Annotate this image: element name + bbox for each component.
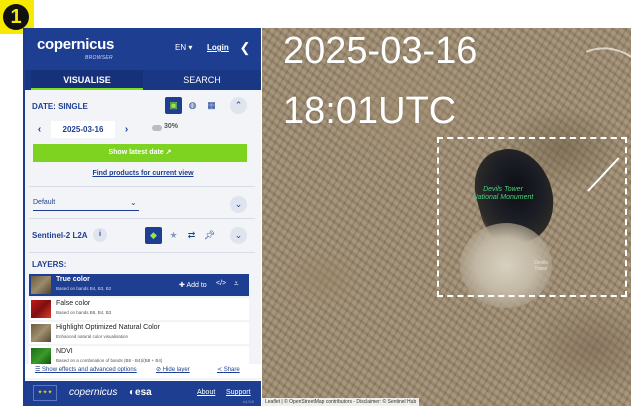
add-to-label: Add to xyxy=(186,282,207,289)
latest-button-label: Show latest date xyxy=(108,149,164,156)
chevron-down-icon[interactable]: ⌄ xyxy=(130,198,137,207)
layer-description: Enhanced natural color visualisation xyxy=(56,334,129,339)
layer-description: Based on a combination of bands (B8 - B4… xyxy=(56,358,163,363)
sidebar-header: copernicus BROWSER EN ▾ Login ❮ xyxy=(25,28,261,70)
layer-name: False color xyxy=(56,300,91,307)
brand-copernicus-label: opernicus xyxy=(74,387,118,398)
layer-description: Based on bands B8, B4, B3 xyxy=(56,310,112,315)
layer-item-false-color[interactable]: False color Based on bands B8, B4, B3 xyxy=(29,298,249,320)
visualise-panel: DATE: SINGLE ▣ ◍ ▦ ⌃ ‹ 2025-03-16 › 30% … xyxy=(25,90,261,380)
copernicus-brand[interactable]: copernicus xyxy=(69,387,117,398)
layer-thumbnail xyxy=(31,276,51,294)
divider xyxy=(29,252,255,253)
brand-esa-label: esa xyxy=(135,387,152,398)
tab-search[interactable]: SEARCH xyxy=(143,70,261,90)
language-label: EN xyxy=(175,43,187,52)
layer-name: True color xyxy=(56,276,90,283)
logo-text: opernicus xyxy=(45,36,115,53)
cloud-icon xyxy=(152,125,162,131)
chevron-up-icon[interactable]: ⌃ xyxy=(230,97,247,114)
date-section-title: DATE: SINGLE xyxy=(32,102,88,111)
divider xyxy=(29,186,255,187)
code-icon[interactable]: </> xyxy=(216,280,226,287)
chevron-down-icon[interactable]: ⌄ xyxy=(230,227,247,244)
bottom-bar: ✦✦✦ copernicus ◐esa About Support v1.0.0 xyxy=(25,381,261,406)
chevron-left-icon[interactable]: ❮ xyxy=(235,38,255,58)
layer-name: NDVI xyxy=(56,348,73,355)
overlay-time: 18:01UTC xyxy=(283,90,457,132)
star-icon[interactable]: ★ xyxy=(165,227,182,244)
divider xyxy=(29,218,255,219)
share-label: Share xyxy=(223,367,240,373)
info-icon[interactable]: i xyxy=(93,228,107,242)
effects-link[interactable]: ☰ Show effects and advanced options xyxy=(35,366,137,373)
overlay-date: 2025-03-16 xyxy=(283,30,478,72)
tab-bar: VISUALISE SEARCH xyxy=(25,70,261,90)
map-road xyxy=(262,161,380,275)
layer-thumbnail xyxy=(31,348,51,364)
globe-icon[interactable]: ◍ xyxy=(184,97,201,114)
layer-thumbnail xyxy=(31,324,51,342)
pin-icon[interactable]: 📌︎ xyxy=(201,227,218,244)
calendar-single-icon[interactable]: ▣ xyxy=(165,97,182,114)
share-link[interactable]: ≺ Share xyxy=(217,366,240,373)
version-label: v1.0.0 xyxy=(243,399,254,404)
prev-date-button[interactable]: ‹ xyxy=(32,122,47,137)
date-input[interactable]: 2025-03-16 xyxy=(51,121,115,138)
map-road xyxy=(551,35,631,141)
cloud-cover-value: 30% xyxy=(164,123,179,130)
effects-label: Show effects and advanced options xyxy=(42,367,137,373)
layer-footer-links: ☰ Show effects and advanced options ⊘ Hi… xyxy=(25,364,261,378)
eu-flag-icon: ✦✦✦ xyxy=(33,385,57,401)
layer-name: Highlight Optimized Natural Color xyxy=(56,324,160,331)
layer-description: Based on bands B4, B3, B2 xyxy=(56,286,112,291)
hide-layer-label: Hide layer xyxy=(162,367,190,373)
support-link[interactable]: Support xyxy=(226,389,251,396)
layers-icon[interactable]: ◆ xyxy=(145,227,162,244)
about-link[interactable]: About xyxy=(197,389,215,396)
login-link[interactable]: Login xyxy=(207,43,229,52)
copernicus-logo[interactable]: copernicus xyxy=(37,36,114,53)
compare-icon[interactable]: ⩡ xyxy=(234,279,239,289)
sidebar: copernicus BROWSER EN ▾ Login ❮ VISUALIS… xyxy=(23,28,261,406)
collection-name: Sentinel-2 L2A xyxy=(32,231,88,240)
layer-item-highlight-natural[interactable]: Highlight Optimized Natural Color Enhanc… xyxy=(29,322,249,344)
calendar-range-icon[interactable]: ▦ xyxy=(203,97,220,114)
next-date-button[interactable]: › xyxy=(119,122,134,137)
language-select[interactable]: EN ▾ xyxy=(175,43,192,52)
layers-title: LAYERS: xyxy=(32,260,67,269)
hide-layer-link[interactable]: ⊘ Hide layer xyxy=(156,366,190,373)
logo-subtitle: BROWSER xyxy=(85,55,113,61)
add-to-button[interactable]: ✚ Add to xyxy=(179,281,207,289)
sliders-icon[interactable]: ⇄ xyxy=(183,227,200,244)
show-latest-date-button[interactable]: Show latest date ↗ xyxy=(33,144,247,162)
tab-visualise[interactable]: VISUALISE xyxy=(31,70,143,90)
esa-brand[interactable]: ◐esa xyxy=(129,387,152,398)
chevron-down-icon[interactable]: ⌄ xyxy=(230,196,247,213)
layer-item-true-color[interactable]: True color Based on bands B4, B3, B2 ✚ A… xyxy=(29,274,249,296)
layer-item-ndvi[interactable]: NDVI Based on a combination of bands (B8… xyxy=(29,346,249,364)
find-products-link[interactable]: Find products for current view xyxy=(25,170,261,177)
theme-select[interactable]: Default xyxy=(33,195,139,211)
region-of-interest-box xyxy=(437,137,627,297)
layer-thumbnail xyxy=(31,300,51,318)
map-attribution[interactable]: Leaflet | © OpenStreetMap contributors -… xyxy=(262,398,420,406)
step-number: 1 xyxy=(3,4,29,30)
